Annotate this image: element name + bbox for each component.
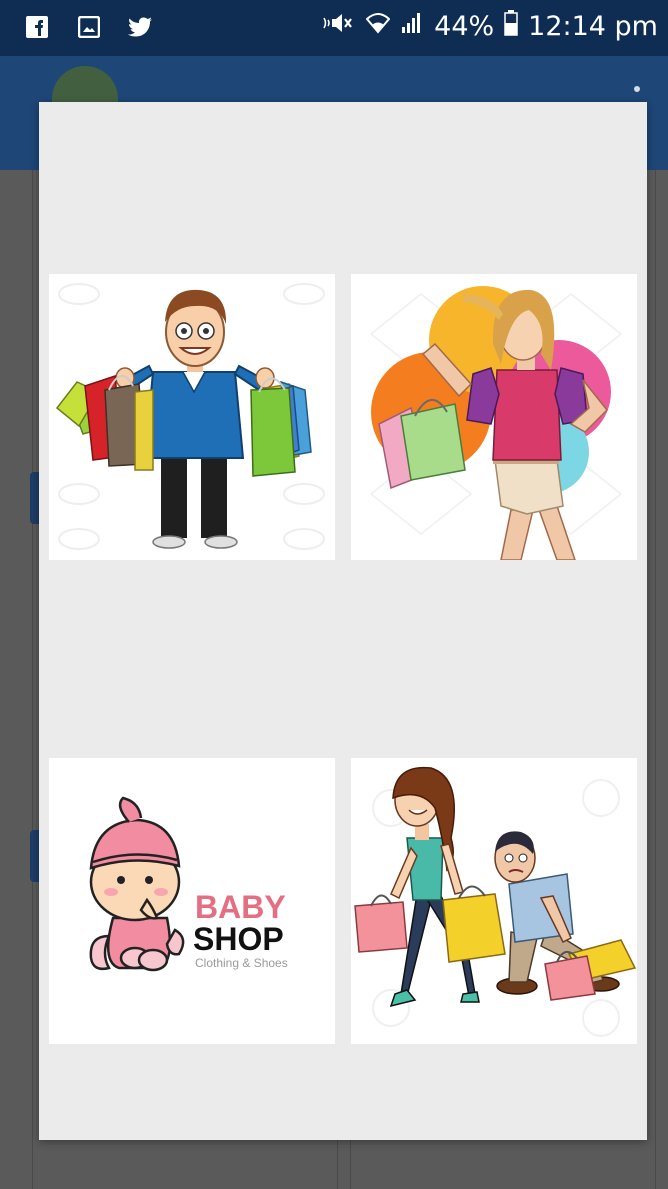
image-picker-dialog: BABY SHOP Clothing & Shoes: [39, 102, 647, 1140]
gallery-icon: [76, 14, 102, 40]
facebook-icon: [24, 14, 50, 40]
couple-shopping-image[interactable]: [351, 758, 637, 1044]
twitter-icon: [128, 14, 154, 40]
battery-percent: 44%: [434, 11, 495, 42]
baby-shop-logo-text-baby: BABY: [195, 889, 286, 925]
mute-icon: [322, 11, 356, 42]
baby-shop-logo-text-tagline: Clothing & Shoes: [195, 956, 288, 970]
baby-shop-logo-image[interactable]: BABY SHOP Clothing & Shoes: [49, 758, 335, 1044]
system-indicators: 44% 12:14 pm: [322, 10, 658, 43]
notification-icons: [24, 14, 154, 40]
wifi-icon: [365, 10, 391, 43]
clock: 12:14 pm: [528, 11, 658, 42]
battery-icon: [504, 10, 518, 43]
man-shopping-bags-image[interactable]: [49, 274, 335, 560]
status-bar: 44% 12:14 pm: [0, 0, 668, 56]
signal-icon: [400, 11, 424, 42]
woman-shopping-image[interactable]: [351, 274, 637, 560]
baby-shop-logo-text-shop: SHOP: [193, 921, 284, 957]
overflow-menu-icon[interactable]: [634, 86, 640, 92]
